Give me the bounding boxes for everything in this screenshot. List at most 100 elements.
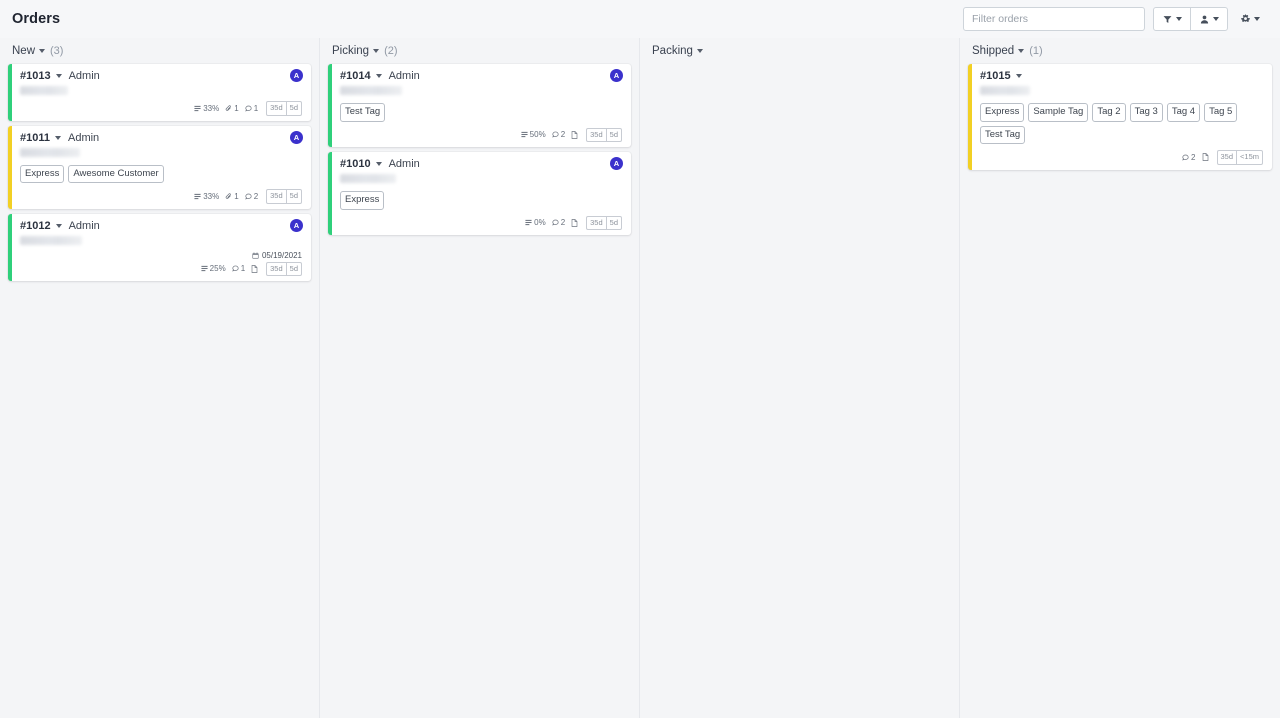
- column-header-packing[interactable]: Packing: [648, 38, 951, 63]
- card-due-date-value: 05/19/2021: [262, 251, 302, 260]
- column-header-picking[interactable]: Picking(2): [328, 38, 631, 63]
- card-owner: Admin: [389, 158, 420, 170]
- attachment-icon: [225, 193, 232, 200]
- card-header: #1011 Admin: [20, 132, 302, 144]
- order-card[interactable]: #1011 Admin A ExpressAwesome Customer 33% 1 23…: [8, 126, 311, 209]
- column-count: (1): [1029, 45, 1042, 57]
- progress-icon: [194, 193, 201, 200]
- chevron-down-icon[interactable]: [1018, 49, 1024, 53]
- card-owner: Admin: [389, 70, 420, 82]
- order-card[interactable]: #1010AdminAExpress0%235d5d: [328, 152, 631, 235]
- card-age-pill: 35d: [266, 101, 287, 116]
- kanban-board: New(3)#1013AdminA33%1135d5d#1011AdminAEx…: [0, 38, 1280, 718]
- card-tag[interactable]: Tag 4: [1167, 103, 1200, 122]
- card-age-pill: 5d: [286, 262, 302, 277]
- card-tag[interactable]: Tag 3: [1130, 103, 1163, 122]
- order-card[interactable]: #1015 ExpressSample TagTag 2 Tag 3Tag 4Tag…: [968, 64, 1272, 170]
- column-header-shipped[interactable]: Shipped(1): [968, 38, 1272, 63]
- card-header: #1014 Admin: [340, 70, 622, 82]
- column-header-new[interactable]: New (3): [8, 38, 311, 63]
- card-subject-redacted: [340, 174, 396, 183]
- card-menu-chevron-down-icon[interactable]: [56, 224, 62, 228]
- chevron-down-icon[interactable]: [39, 49, 45, 53]
- card-order-id[interactable]: #1012: [20, 220, 51, 232]
- card-age-pill: 35d: [586, 128, 607, 143]
- card-order-id[interactable]: #1014: [340, 70, 371, 82]
- gear-icon: [1240, 14, 1251, 25]
- card-tag[interactable]: Test Tag: [980, 126, 1025, 145]
- card-meta-file: [571, 219, 578, 227]
- column-title: Packing: [652, 45, 693, 57]
- file-icon: [1202, 153, 1209, 161]
- progress-icon: [525, 219, 532, 226]
- card-age-pill: 5d: [606, 216, 622, 231]
- card-age-pill: 5d: [286, 101, 302, 116]
- card-tag[interactable]: Tag 2: [1092, 103, 1125, 122]
- card-age-pill: 5d: [286, 189, 302, 204]
- file-icon: [571, 219, 578, 227]
- card-meta-comment-value: 2: [254, 192, 258, 201]
- card-meta-file: [571, 131, 578, 139]
- chevron-down-icon[interactable]: [697, 49, 703, 53]
- kanban-column-shipped: Shipped(1) #1015 ExpressSample TagTag 2 Tag…: [960, 38, 1280, 718]
- chevron-down-icon[interactable]: [373, 49, 379, 53]
- card-age-pill: 35d: [266, 189, 287, 204]
- card-meta-attachment-value: 1: [234, 192, 238, 201]
- card-meta-progress-value: 50%: [530, 130, 546, 139]
- card-age-pill-group: 35d5d: [266, 262, 302, 277]
- avatar[interactable]: A: [610, 157, 623, 170]
- card-owner: Admin: [68, 132, 99, 144]
- card-tag[interactable]: Express: [340, 191, 384, 210]
- card-meta-progress: 0%: [525, 218, 546, 227]
- chevron-down-icon: [1254, 17, 1260, 21]
- card-tag[interactable]: Express: [20, 165, 64, 184]
- avatar[interactable]: A: [290, 69, 303, 82]
- card-meta-progress-value: 33%: [203, 192, 219, 201]
- card-meta-comment: 2: [1182, 153, 1195, 162]
- card-meta-comment: 1: [245, 104, 258, 113]
- column-count: (2): [384, 45, 397, 57]
- column-count: (3): [50, 45, 63, 57]
- card-order-id[interactable]: #1010: [340, 158, 371, 170]
- avatar[interactable]: A: [610, 69, 623, 82]
- card-menu-chevron-down-icon[interactable]: [56, 74, 62, 78]
- order-card[interactable]: #1014AdminATest Tag50%235d5d: [328, 64, 631, 147]
- avatar[interactable]: A: [290, 219, 303, 232]
- comment-icon: [245, 105, 252, 112]
- settings-dropdown[interactable]: [1236, 7, 1264, 31]
- progress-icon: [201, 265, 208, 272]
- card-meta-progress: 33%: [194, 104, 219, 113]
- attachment-icon: [225, 105, 232, 112]
- card-meta-row: 25%135d5d: [20, 262, 302, 277]
- card-meta-comment: 1: [232, 264, 245, 273]
- card-tag[interactable]: Tag 5: [1204, 103, 1237, 122]
- card-meta-progress: 50%: [521, 130, 546, 139]
- card-meta-row: 33%1135d5d: [20, 95, 302, 116]
- order-card[interactable]: #1013AdminA33%1135d5d: [8, 64, 311, 121]
- card-menu-chevron-down-icon[interactable]: [376, 74, 382, 78]
- card-menu-chevron-down-icon[interactable]: [1016, 74, 1022, 78]
- search-input[interactable]: [963, 7, 1145, 31]
- card-tag[interactable]: Test Tag: [340, 103, 385, 122]
- avatar[interactable]: A: [290, 131, 303, 144]
- order-card[interactable]: #1012AdminA05/19/202125%135d5d: [8, 214, 311, 282]
- card-age-pill: 35d: [586, 216, 607, 231]
- card-order-id[interactable]: #1011: [20, 132, 50, 144]
- card-meta-comment-value: 1: [241, 264, 245, 273]
- card-tag[interactable]: Express: [980, 103, 1024, 122]
- column-title: New: [12, 45, 35, 57]
- assignee-dropdown[interactable]: [1190, 7, 1228, 31]
- column-card-list-shipped: #1015 ExpressSample TagTag 2 Tag 3Tag 4Tag…: [968, 63, 1272, 170]
- card-meta-attachment: 1: [225, 192, 238, 201]
- filter-dropdown[interactable]: [1153, 7, 1191, 31]
- card-subject-redacted: [20, 148, 80, 157]
- card-order-id[interactable]: #1015: [980, 70, 1011, 82]
- card-tag[interactable]: Awesome Customer: [68, 165, 163, 184]
- card-menu-chevron-down-icon[interactable]: [55, 136, 61, 140]
- toolbar-button-group: [1153, 7, 1228, 31]
- card-meta-file: [251, 265, 258, 273]
- card-menu-chevron-down-icon[interactable]: [376, 162, 382, 166]
- card-order-id[interactable]: #1013: [20, 70, 51, 82]
- card-header: #1013Admin: [20, 70, 302, 82]
- card-tag[interactable]: Sample Tag: [1028, 103, 1088, 122]
